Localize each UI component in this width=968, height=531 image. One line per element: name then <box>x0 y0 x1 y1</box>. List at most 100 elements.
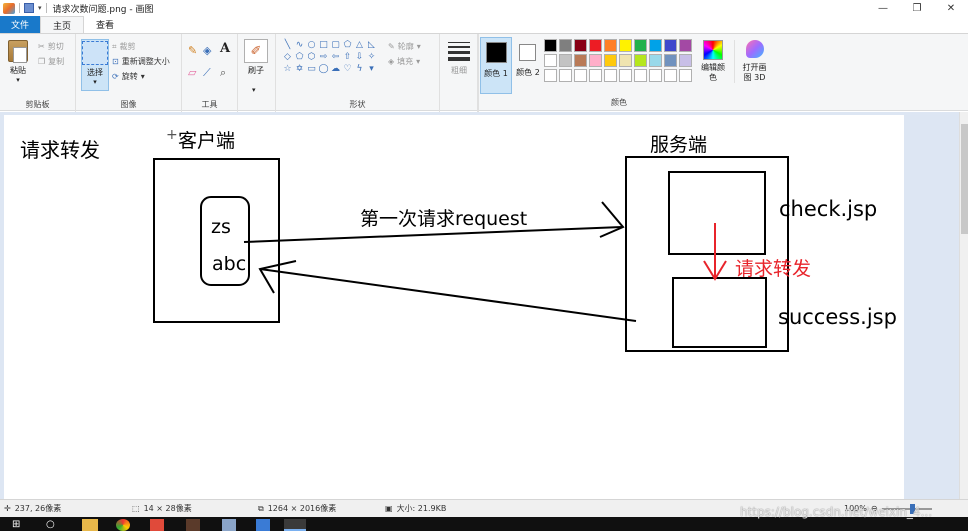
lightning-shape-icon[interactable]: ϟ <box>354 64 365 75</box>
palette-swatch[interactable] <box>649 69 662 82</box>
palette-swatch[interactable] <box>589 39 602 52</box>
paint3d-button[interactable]: 打开画图 3D <box>734 40 770 83</box>
palette-swatch[interactable] <box>559 54 572 67</box>
app-icon-brown[interactable] <box>186 519 200 531</box>
palette-swatch[interactable] <box>679 39 692 52</box>
pencil-icon[interactable]: ✎ <box>188 44 197 57</box>
paste-button[interactable]: 粘贴 ▾ <box>8 40 28 84</box>
drawing-canvas[interactable]: 请求转发 客户端 + zs abc 第一次请求request 服务端 check… <box>4 115 904 499</box>
tab-home[interactable]: 主页 <box>40 16 85 33</box>
palette-swatch[interactable] <box>559 69 572 82</box>
tab-view[interactable]: 查看 <box>84 16 126 33</box>
chrome-icon[interactable] <box>116 519 130 531</box>
resize-button[interactable]: ⊡ 重新调整大小 <box>112 56 170 67</box>
palette-swatch[interactable] <box>634 39 647 52</box>
right-arrow-shape-icon[interactable]: ⇨ <box>318 52 329 63</box>
save-icon[interactable] <box>24 3 34 13</box>
crop-button[interactable]: ⌗ 裁剪 <box>112 41 136 52</box>
palette-swatch[interactable] <box>589 54 602 67</box>
palette-swatch[interactable] <box>544 54 557 67</box>
app-icon-blue-grey[interactable] <box>222 519 236 531</box>
file-explorer-icon[interactable] <box>82 519 98 531</box>
brush-icon[interactable]: ✐ <box>244 39 268 63</box>
color-picker-icon[interactable]: ⟋ <box>203 66 211 80</box>
rounded-callout-shape-icon[interactable]: ▭ <box>306 64 317 75</box>
palette-swatch[interactable] <box>604 39 617 52</box>
six-point-star-shape-icon[interactable]: ✡ <box>294 64 305 75</box>
vertical-scrollbar[interactable] <box>959 112 968 499</box>
app-icon-blue[interactable] <box>256 519 270 531</box>
text-tool-icon[interactable]: A <box>220 41 230 56</box>
palette-swatch[interactable] <box>679 69 692 82</box>
four-point-star-shape-icon[interactable]: ✧ <box>366 52 377 63</box>
down-arrow-shape-icon[interactable]: ⇩ <box>354 52 365 63</box>
app-icon-red[interactable] <box>150 519 164 531</box>
ribbon-tabs: 文件 主页 查看 <box>0 16 968 33</box>
rectangle-shape-icon[interactable]: □ <box>318 40 329 51</box>
rounded-rectangle-shape-icon[interactable]: ▢ <box>330 40 341 51</box>
diamond-shape-icon[interactable]: ◇ <box>282 52 293 63</box>
up-arrow-shape-icon[interactable]: ⇧ <box>342 52 353 63</box>
palette-swatch[interactable] <box>664 54 677 67</box>
polygon-shape-icon[interactable]: ⬠ <box>342 40 353 51</box>
hexagon-shape-icon[interactable]: ⬡ <box>306 52 317 63</box>
palette-swatch[interactable] <box>604 54 617 67</box>
palette-swatch[interactable] <box>649 39 662 52</box>
edit-colors-button[interactable]: 编辑颜色 <box>700 40 726 83</box>
paint-app-icon[interactable] <box>3 2 15 14</box>
outline-button[interactable]: ✎ 轮廓 ▾ <box>388 41 421 52</box>
rotate-button[interactable]: ⟳ 旋转 ▾ <box>112 71 145 82</box>
palette-swatch[interactable] <box>664 69 677 82</box>
left-arrow-shape-icon[interactable]: ⇦ <box>330 52 341 63</box>
palette-swatch[interactable] <box>679 54 692 67</box>
size-lines-icon[interactable] <box>448 42 470 61</box>
palette-swatch[interactable] <box>559 39 572 52</box>
oval-callout-shape-icon[interactable]: ◯ <box>318 64 329 75</box>
close-button[interactable]: ✕ <box>934 0 968 16</box>
line-shape-icon[interactable]: ╲ <box>282 40 293 51</box>
palette-swatch[interactable] <box>574 69 587 82</box>
select-button[interactable]: 选择 ▾ <box>81 39 109 91</box>
tab-file[interactable]: 文件 <box>0 16 41 33</box>
chevron-down-icon: ▾ <box>416 42 421 51</box>
cut-button[interactable]: ✂ 剪切 <box>38 41 64 52</box>
paint-taskbar-icon[interactable] <box>284 519 306 531</box>
palette-swatch[interactable] <box>544 69 557 82</box>
oval-shape-icon[interactable]: ○ <box>306 40 317 51</box>
palette-swatch[interactable] <box>634 69 647 82</box>
color-2-button[interactable]: 颜色 2 <box>514 37 542 94</box>
maximize-button[interactable]: ❐ <box>900 0 934 16</box>
fill-button[interactable]: ◈ 填充 ▾ <box>388 56 420 67</box>
palette-swatch[interactable] <box>619 54 632 67</box>
heart-shape-icon[interactable]: ♡ <box>342 64 353 75</box>
palette-swatch[interactable] <box>664 39 677 52</box>
palette-swatch[interactable] <box>649 54 662 67</box>
copy-button[interactable]: ❐ 复制 <box>38 56 64 67</box>
palette-swatch[interactable] <box>619 39 632 52</box>
palette-swatch[interactable] <box>574 54 587 67</box>
pentagon-shape-icon[interactable]: ⬠ <box>294 52 305 63</box>
minimize-button[interactable]: — <box>866 0 900 16</box>
shapes-gallery[interactable]: ╲ ∿ ○ □ ▢ ⬠ △ ◺ ◇ ⬠ ⬡ ⇨ ⇦ ⇧ ⇩ ✧ ☆ ✡ ▭ ◯ … <box>282 40 377 75</box>
check-jsp-label: check.jsp <box>779 197 877 221</box>
fill-bucket-icon[interactable]: ◈ <box>203 44 211 57</box>
palette-swatch[interactable] <box>619 69 632 82</box>
palette-swatch[interactable] <box>634 54 647 67</box>
search-icon[interactable]: ○ <box>46 519 58 531</box>
color-1-button[interactable]: 颜色 1 <box>480 37 512 94</box>
customize-toolbar-chevron-icon[interactable]: ▾ <box>38 4 42 12</box>
palette-swatch[interactable] <box>574 39 587 52</box>
right-triangle-shape-icon[interactable]: ◺ <box>366 40 377 51</box>
palette-swatch[interactable] <box>604 69 617 82</box>
palette-swatch[interactable] <box>589 69 602 82</box>
palette-swatch[interactable] <box>544 39 557 52</box>
triangle-shape-icon[interactable]: △ <box>354 40 365 51</box>
more-shapes-icon[interactable]: ▾ <box>366 64 377 75</box>
cloud-callout-shape-icon[interactable]: ☁ <box>330 64 341 75</box>
scrollbar-thumb[interactable] <box>961 124 968 234</box>
eraser-icon[interactable]: ▱ <box>188 66 196 79</box>
magnifier-icon[interactable]: ⌕ <box>220 66 226 80</box>
windows-start-icon[interactable]: ⊞ <box>12 519 24 531</box>
curve-shape-icon[interactable]: ∿ <box>294 40 305 51</box>
five-point-star-shape-icon[interactable]: ☆ <box>282 64 293 75</box>
